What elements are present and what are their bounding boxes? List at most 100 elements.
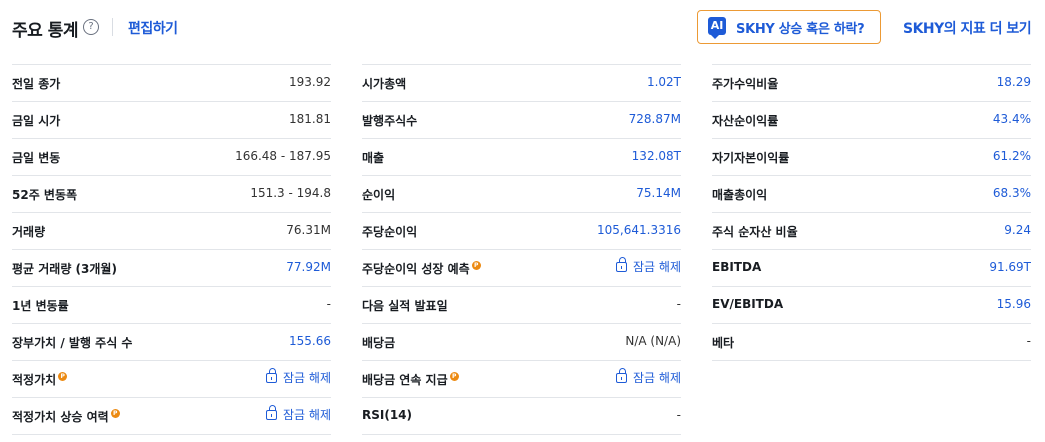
unlock-button[interactable]: 잠금 해제 (266, 368, 331, 386)
stat-label: 적정가치 상승 여력 (12, 410, 109, 424)
stat-row-eps-growth-forecast: 주당순이익 성장 예측 P 잠금 해제 (362, 249, 681, 286)
stat-value-link[interactable]: 75.14M (636, 186, 681, 200)
stat-row-previous-close: 전일 종가 193.92 (12, 64, 331, 101)
stat-row-beta: 베타 - (712, 323, 1031, 361)
stat-row-day-range: 금일 변동 166.48 - 187.95 (12, 138, 331, 175)
stat-label: 자산순이익률 (712, 114, 779, 128)
stat-value-link[interactable]: 43.4% (993, 112, 1031, 126)
unlock-label: 잠금 해제 (633, 260, 681, 274)
stat-value-link[interactable]: 77.92M (286, 260, 331, 274)
stat-value: 193.92 (289, 75, 331, 89)
ai-prediction-label: SKHY 상승 혹은 하락? (736, 22, 865, 37)
stat-value: 166.48 - 187.95 (235, 149, 331, 163)
section-title: 주요 통계 (12, 21, 78, 41)
stat-label: 순이익 (362, 188, 396, 202)
unlock-label: 잠금 해제 (633, 371, 681, 385)
stat-row-pe-ratio: 주가수익비율 18.29 (712, 64, 1031, 101)
stat-value-link[interactable]: 1.02T (647, 75, 681, 89)
pro-badge-icon: P (449, 372, 459, 381)
more-metrics-link[interactable]: SKHY의 지표 더 보기 (903, 18, 1032, 38)
stat-label: 주당순이익 (362, 225, 418, 239)
stat-label: EBITDA (712, 260, 762, 274)
stat-value-link[interactable]: 18.29 (997, 75, 1031, 89)
stat-row-net-income: 순이익 75.14M (362, 175, 681, 212)
stat-value: 76.31M (286, 223, 331, 237)
stat-row-price-to-book: 주식 순자산 비율 9.24 (712, 212, 1031, 249)
stat-row-52-week-range: 52주 변동폭 151.3 - 194.8 (12, 175, 331, 212)
stat-label: 매출총이익 (712, 188, 768, 202)
stats-column-1: 전일 종가 193.92 금일 시가 181.81 금일 변동 166.48 -… (12, 64, 331, 435)
stat-row-market-cap: 시가총액 1.02T (362, 64, 681, 101)
stat-value-link[interactable]: 132.08T (632, 149, 681, 163)
stat-value-link[interactable]: 15.96 (997, 297, 1031, 311)
stat-value-link[interactable]: 68.3% (993, 186, 1031, 200)
stat-label: 주식 순자산 비율 (712, 225, 798, 239)
pro-badge-icon: P (58, 372, 68, 381)
stat-row-ebitda: EBITDA 91.69T (712, 249, 1031, 286)
stat-value-link[interactable]: 61.2% (993, 149, 1031, 163)
stat-row-dividend: 배당금 N/A (N/A) (362, 323, 681, 360)
ai-prediction-button[interactable]: AI SKHY 상승 혹은 하락? (697, 10, 881, 44)
stat-value-link[interactable]: 9.24 (1004, 223, 1031, 237)
stat-value-link[interactable]: 728.87M (629, 112, 681, 126)
stat-label: RSI(14) (362, 408, 413, 422)
stat-row-eps: 주당순이익 105,641.3316 (362, 212, 681, 249)
help-icon[interactable]: ? (83, 19, 99, 35)
stat-value-link[interactable]: 155.66 (289, 334, 331, 348)
stat-value: 151.3 - 194.8 (250, 186, 331, 200)
stat-row-fair-value-upside: 적정가치 상승 여력 P 잠금 해제 (12, 397, 331, 435)
stat-label-pro: 배당금 연속 지급 P (362, 371, 459, 388)
stat-label: 발행주식수 (362, 114, 418, 128)
stat-label: 주당순이익 성장 예측 (362, 262, 470, 276)
stat-label: 1년 변동률 (12, 299, 69, 313)
stat-row-revenue: 매출 132.08T (362, 138, 681, 175)
stat-label: 주가수익비율 (712, 77, 779, 91)
unlock-label: 잠금 해제 (283, 408, 331, 422)
stat-label: 자기자본이익률 (712, 151, 790, 165)
stat-value: N/A (N/A) (625, 334, 681, 348)
stat-row-average-volume: 평균 거래량 (3개월) 77.92M (12, 249, 331, 286)
stat-label-pro: 적정가치 P (12, 371, 68, 388)
stat-value-link[interactable]: 91.69T (989, 260, 1031, 274)
lock-icon (266, 405, 278, 420)
pro-badge-icon: P (110, 409, 120, 418)
divider (112, 18, 113, 36)
stat-label: 전일 종가 (12, 77, 61, 91)
stat-label: 적정가치 (12, 373, 57, 387)
stat-row-rsi: RSI(14) - (362, 397, 681, 435)
stat-value: 181.81 (289, 112, 331, 126)
unlock-button[interactable]: 잠금 해제 (266, 405, 331, 423)
stat-label: 금일 변동 (12, 151, 61, 165)
unlock-button[interactable]: 잠금 해제 (616, 368, 681, 386)
stat-label: 거래량 (12, 225, 46, 239)
ai-icon: AI (708, 17, 726, 39)
stat-value: - (676, 408, 681, 422)
edit-button[interactable]: 편집하기 (128, 18, 178, 38)
stat-value: - (326, 297, 331, 311)
stat-label: 배당금 연속 지급 (362, 373, 448, 387)
stat-label: EV/EBITDA (712, 297, 784, 311)
stat-row-open: 금일 시가 181.81 (12, 101, 331, 138)
stat-label: 시가총액 (362, 77, 407, 91)
stat-row-volume: 거래량 76.31M (12, 212, 331, 249)
lock-icon (266, 368, 278, 383)
stat-row-ev-ebitda: EV/EBITDA 15.96 (712, 286, 1031, 323)
unlock-label: 잠금 해제 (283, 371, 331, 385)
stat-value-link[interactable]: 105,641.3316 (597, 223, 681, 237)
stat-label-pro: 주당순이익 성장 예측 P (362, 260, 481, 277)
pro-badge-icon: P (471, 261, 481, 270)
stat-label: 다음 실적 발표일 (362, 299, 448, 313)
stat-row-shares-outstanding: 발행주식수 728.87M (362, 101, 681, 138)
stat-row-dividend-streak: 배당금 연속 지급 P 잠금 해제 (362, 360, 681, 397)
lock-icon (616, 368, 628, 383)
stat-row-next-earnings-date: 다음 실적 발표일 - (362, 286, 681, 323)
stat-label: 베타 (712, 336, 735, 350)
stat-row-roe: 자기자본이익률 61.2% (712, 138, 1031, 175)
stat-row-book-value-per-share: 장부가치 / 발행 주식 수 155.66 (12, 323, 331, 360)
unlock-button[interactable]: 잠금 해제 (616, 257, 681, 275)
stats-column-3: 주가수익비율 18.29 자산순이익률 43.4% 자기자본이익률 61.2% … (712, 64, 1031, 361)
stat-row-gross-margin: 매출총이익 68.3% (712, 175, 1031, 212)
stat-label: 장부가치 / 발행 주식 수 (12, 336, 133, 350)
lock-icon (616, 257, 628, 272)
stat-label: 52주 변동폭 (12, 188, 78, 202)
